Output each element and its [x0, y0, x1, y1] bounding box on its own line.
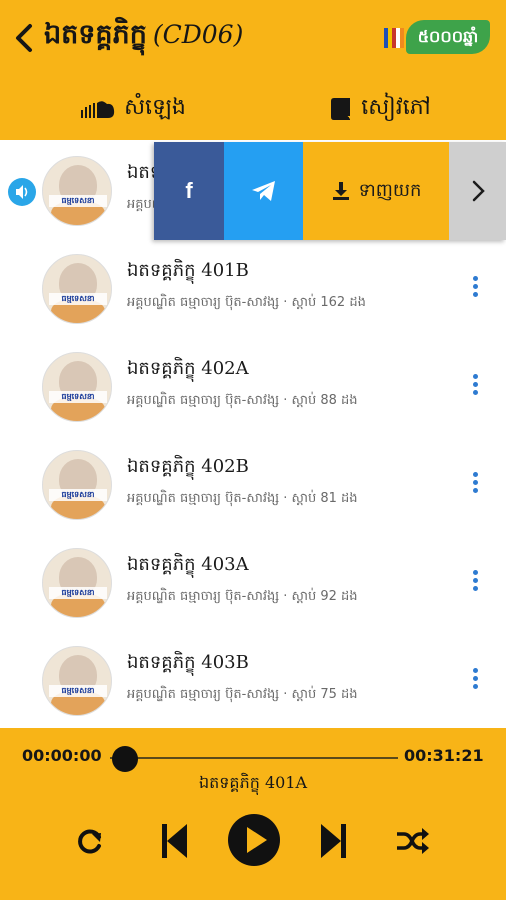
seek-bar[interactable]: [110, 757, 398, 759]
page-title: ឯតទគ្គភិក្ខុ (CD06): [44, 18, 243, 57]
avatar: ធម្មទេសនា: [42, 352, 112, 422]
now-playing-speaker-icon: [8, 178, 36, 206]
elapsed-time: 00:00:00: [22, 746, 102, 765]
track-title: ឯតទគ្គភិក្ខុ 403B: [127, 652, 249, 673]
chevron-left-icon: [16, 24, 32, 52]
avatar-caption: ធម្មទេសនា: [49, 489, 107, 501]
track-subtitle: អគ្គបណ្ឌិត ធម្មាចារ្យ ប៊ុត-សាវង្ស · ស្ដា…: [127, 589, 358, 604]
chevron-right-icon: [472, 180, 485, 202]
soundcloud-icon: [81, 101, 115, 118]
app-logo[interactable]: ៥០០០ឆ្នាំ: [384, 18, 490, 58]
avatar: ធម្មទេសនា: [42, 156, 112, 226]
logo-badge: ៥០០០ឆ្នាំ: [406, 20, 490, 54]
title-text: ឯតទគ្គភិក្ខុ: [44, 19, 147, 50]
more-options-icon[interactable]: [468, 570, 482, 598]
more-options-icon[interactable]: [468, 668, 482, 696]
download-icon: [332, 182, 349, 200]
track-subtitle: អគ្គបណ្ឌិត ធម្មាចារ្យ ប៊ុត-សាវង្ស · ស្ដា…: [127, 393, 358, 408]
avatar-caption: ធម្មទេសនា: [49, 293, 107, 305]
shuffle-icon: [397, 828, 429, 854]
avatar-caption: ធម្មទេសនា: [49, 685, 107, 697]
now-playing-title: ឯតទគ្គភិក្ខុ 401A: [198, 773, 308, 792]
next-button[interactable]: [314, 814, 354, 868]
avatar: ធម្មទេសនា: [42, 254, 112, 324]
tab-bar: សំឡេង សៀវភៅ: [0, 78, 506, 216]
avatar-caption: ធម្មទេសនា: [49, 391, 107, 403]
tab-book[interactable]: សៀវភៅ: [268, 78, 492, 140]
avatar: ធម្មទេសនា: [42, 646, 112, 716]
track-subtitle: អគ្គបណ្ឌិត ធម្មាចារ្យ ប៊ុត-សាវង្ស · ស្ដា…: [127, 687, 358, 702]
more-options-icon[interactable]: [468, 472, 482, 500]
track-row[interactable]: ធម្មទេសនា ឯតទគ្គភិក្ខុ 403B អគ្គបណ្ឌិត ធ…: [0, 632, 506, 728]
book-icon: [331, 98, 351, 120]
tab-book-label: សៀវភៅ: [361, 95, 431, 120]
track-title: ឯតទគ្គភិក្ខុ 402B: [127, 456, 249, 477]
share-telegram-button[interactable]: [224, 142, 303, 240]
seek-handle[interactable]: [112, 746, 138, 772]
skip-next-icon: [321, 824, 346, 858]
telegram-icon: [251, 181, 275, 201]
swipe-actions-panel: f ទាញយក: [154, 142, 506, 240]
track-row[interactable]: ធម្មទេសនា ឯតទគ្គភិក្ខុ 403A អគ្គបណ្ឌិត ធ…: [0, 534, 506, 632]
tab-audio[interactable]: សំឡេង: [14, 78, 252, 140]
more-options-icon[interactable]: [468, 276, 482, 304]
buddhist-flag-icon: [384, 28, 404, 48]
download-label: ទាញយក: [358, 179, 422, 201]
download-button[interactable]: ទាញយក: [303, 142, 449, 240]
avatar: ធម្មទេសនា: [42, 548, 112, 618]
track-row[interactable]: ធម្មទេសនា ឯតទគ្គភិក្ខុ 401B អគ្គបណ្ឌិត ធ…: [0, 240, 506, 338]
facebook-icon: f: [185, 178, 193, 203]
app-header: ឯតទគ្គភិក្ខុ (CD06) ៥០០០ឆ្នាំ សំឡេង សៀវភ…: [0, 0, 506, 216]
share-facebook-button[interactable]: f: [154, 142, 224, 240]
previous-button[interactable]: [154, 814, 194, 868]
track-title: ឯតទគ្គភិក្ខុ 402A: [127, 358, 249, 379]
swipe-next-button[interactable]: [449, 142, 506, 240]
shuffle-button[interactable]: [392, 814, 432, 868]
avatar-caption: ធម្មទេសនា: [49, 195, 107, 207]
top-bar: ឯតទគ្គភិក្ខុ (CD06) ៥០០០ឆ្នាំ: [0, 0, 506, 78]
total-duration: 00:31:21: [404, 746, 484, 765]
track-title: ឯតទគ្គភិក្ខុ 403A: [127, 554, 249, 575]
repeat-icon: [78, 829, 101, 854]
avatar: ធម្មទេសនា: [42, 450, 112, 520]
track-row[interactable]: ធម្មទេសនា ឯតទគ្គភិក្ខុ 402B អគ្គបណ្ឌិត ធ…: [0, 436, 506, 534]
back-button[interactable]: [10, 20, 40, 56]
avatar-caption: ធម្មទេសនា: [49, 587, 107, 599]
repeat-button[interactable]: [70, 814, 110, 868]
track-row[interactable]: ធម្មទេសនា ឯតទគ្គភិក្ខុ 402A អគ្គបណ្ឌិត ធ…: [0, 338, 506, 436]
play-icon: [228, 814, 280, 866]
more-options-icon[interactable]: [468, 374, 482, 402]
track-subtitle: អគ្គបណ្ឌិត ធម្មាចារ្យ ប៊ុត-សាវង្ស · ស្ដា…: [127, 295, 366, 310]
title-code: (CD06): [152, 20, 244, 49]
play-button[interactable]: [226, 812, 282, 868]
skip-previous-icon: [162, 824, 187, 858]
track-title: ឯតទគ្គភិក្ខុ 401B: [127, 260, 249, 281]
tab-audio-label: សំឡេង: [124, 95, 186, 120]
audio-player: 00:00:00 00:31:21 ឯតទគ្គភិក្ខុ 401A: [0, 728, 506, 900]
track-subtitle: អគ្គបណ្ឌិត ធម្មាចារ្យ ប៊ុត-សាវង្ស · ស្ដា…: [127, 491, 358, 506]
